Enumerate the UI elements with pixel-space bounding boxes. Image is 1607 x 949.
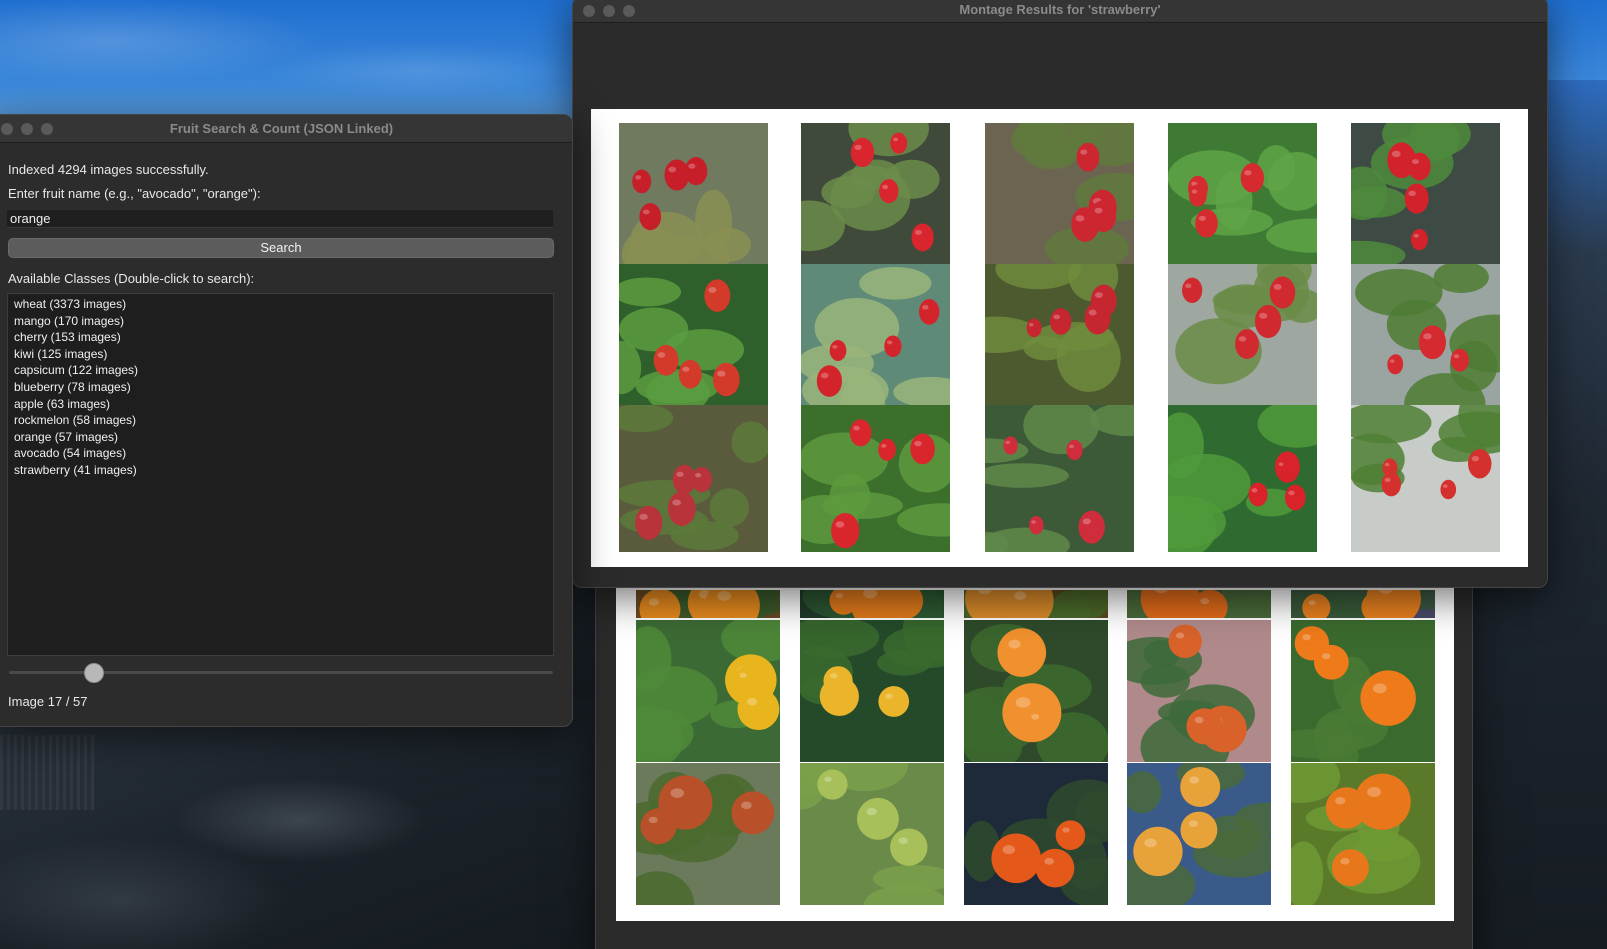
class-list-item[interactable]: apple (63 images)	[14, 396, 553, 413]
class-list-item[interactable]: cherry (153 images)	[14, 329, 553, 346]
strawberry-image-tile	[619, 405, 768, 552]
search-window-title: Fruit Search & Count (JSON Linked)	[169, 121, 394, 136]
zoom-button[interactable]	[623, 5, 635, 17]
orange-image-tile	[636, 620, 780, 762]
strawberry-image-tile	[801, 264, 950, 405]
montage-canvas	[591, 109, 1528, 567]
strawberry-image-tile	[801, 123, 950, 264]
orange-image-tile	[636, 763, 780, 905]
class-list-item[interactable]: orange (57 images)	[14, 429, 553, 446]
orange-image-tile	[964, 620, 1108, 762]
strawberry-image-tile	[619, 123, 768, 264]
zoom-button[interactable]	[41, 123, 53, 135]
orange-image-tile	[800, 590, 944, 618]
strawberry-image-tile	[985, 123, 1134, 264]
search-body: Indexed 4294 images successfully. Enter …	[0, 143, 572, 726]
search-titlebar[interactable]: Fruit Search & Count (JSON Linked)	[0, 115, 572, 143]
montage-titlebar[interactable]: Montage Results for 'strawberry'	[573, 0, 1547, 23]
class-listbox[interactable]: wheat (3373 images) mango (170 images) che…	[7, 293, 554, 656]
orange-image-tile	[1291, 590, 1435, 618]
orange-image-tile	[964, 763, 1108, 905]
orange-image-tile	[1127, 620, 1271, 762]
class-list-item[interactable]: capsicum (122 images)	[14, 362, 553, 379]
orange-image-tile	[1127, 590, 1271, 618]
image-counter: Image 17 / 57	[8, 694, 88, 709]
orange-image-grid	[636, 590, 1435, 905]
fruit-name-input[interactable]	[7, 210, 553, 228]
strawberry-image-tile	[985, 405, 1134, 552]
fruit-name-label: Enter fruit name (e.g., "avocado", "oran…	[8, 186, 261, 201]
search-button[interactable]: Search	[8, 238, 554, 258]
class-list-item[interactable]: kiwi (125 images)	[14, 346, 553, 363]
fruit-search-window[interactable]: Fruit Search & Count (JSON Linked) Index…	[0, 114, 573, 727]
montage-image-grid	[591, 109, 1528, 567]
orange-image-tile	[964, 590, 1108, 618]
classes-label: Available Classes (Double-click to searc…	[8, 271, 255, 286]
class-list-item[interactable]: mango (170 images)	[14, 313, 553, 330]
orange-image-tile	[800, 763, 944, 905]
close-button[interactable]	[1, 123, 13, 135]
window-controls	[1, 123, 53, 135]
window-controls	[583, 5, 635, 17]
orange-montage-canvas	[616, 586, 1454, 921]
class-list-item[interactable]: blueberry (78 images)	[14, 379, 553, 396]
strawberry-image-tile	[1351, 264, 1500, 405]
orange-montage-window	[595, 540, 1473, 949]
class-list-item[interactable]: rockmelon (58 images)	[14, 412, 553, 429]
orange-image-tile	[1291, 620, 1435, 762]
minimize-button[interactable]	[603, 5, 615, 17]
background-window-fragment	[0, 735, 95, 810]
close-button[interactable]	[583, 5, 595, 17]
minimize-button[interactable]	[21, 123, 33, 135]
strawberry-image-tile	[1168, 264, 1317, 405]
strawberry-image-tile	[619, 264, 768, 405]
montage-window-title: Montage Results for 'strawberry'	[959, 2, 1161, 17]
image-slider[interactable]	[9, 663, 553, 683]
strawberry-image-tile	[985, 264, 1134, 405]
strawberry-image-tile	[1168, 405, 1317, 552]
orange-image-tile	[1291, 763, 1435, 905]
class-list-item[interactable]: avocado (54 images)	[14, 445, 553, 462]
strawberry-image-tile	[1168, 123, 1317, 264]
strawberry-image-tile	[801, 405, 950, 552]
wallpaper-mountain	[0, 700, 640, 949]
montage-window[interactable]: Montage Results for 'strawberry'	[572, 0, 1548, 588]
orange-image-tile	[800, 620, 944, 762]
orange-image-tile	[1127, 763, 1271, 905]
montage-body	[573, 24, 1547, 587]
class-list-item[interactable]: wheat (3373 images)	[14, 296, 553, 313]
strawberry-image-tile	[1351, 123, 1500, 264]
orange-image-tile	[636, 590, 780, 618]
index-status: Indexed 4294 images successfully.	[8, 162, 209, 177]
class-list-item[interactable]: strawberry (41 images)	[14, 462, 553, 479]
strawberry-image-tile	[1351, 405, 1500, 552]
slider-thumb[interactable]	[84, 663, 105, 683]
